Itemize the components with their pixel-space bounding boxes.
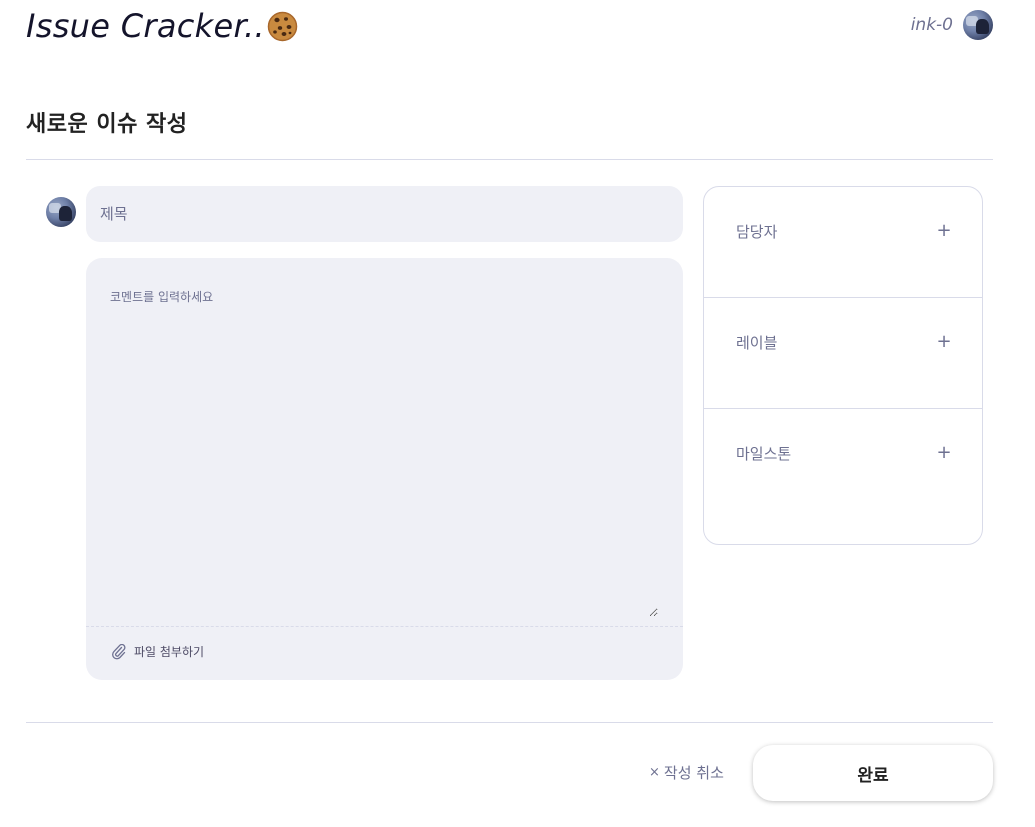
done-button[interactable]: 완료 bbox=[753, 745, 993, 801]
cancel-button[interactable]: × 작성 취소 bbox=[649, 761, 724, 783]
new-issue-page: Issue Cracker.. ink-0 새로운 이슈 작성 제목 코멘트를 … bbox=[0, 0, 1035, 827]
sidebar-label-milestone: 마일스톤 bbox=[736, 445, 792, 463]
cookie-icon bbox=[267, 11, 298, 42]
paperclip-icon bbox=[112, 643, 126, 660]
divider-top bbox=[26, 159, 993, 160]
issue-sidebar: 담당자 + 레이블 + 마일스톤 + bbox=[703, 186, 983, 545]
comment-divider bbox=[86, 626, 683, 627]
sidebar-label-assignee: 담당자 bbox=[736, 223, 778, 241]
divider-bottom bbox=[26, 722, 993, 723]
add-label-button[interactable]: + bbox=[936, 333, 952, 351]
author-avatar bbox=[46, 197, 76, 227]
user-avatar[interactable] bbox=[963, 10, 993, 40]
page-title: 새로운 이슈 작성 bbox=[26, 112, 188, 137]
add-assignee-button[interactable]: + bbox=[936, 222, 952, 240]
add-milestone-button[interactable]: + bbox=[936, 444, 952, 462]
attach-file-button[interactable]: 파일 첨부하기 bbox=[112, 643, 204, 660]
cancel-label: 작성 취소 bbox=[663, 763, 724, 782]
comment-box: 파일 첨부하기 bbox=[86, 258, 683, 680]
comment-textarea[interactable] bbox=[96, 272, 658, 617]
close-icon: × bbox=[649, 764, 660, 780]
title-input[interactable] bbox=[86, 186, 683, 242]
brand-name: Issue Cracker.. bbox=[26, 7, 265, 45]
sidebar-label[interactable]: 레이블 + bbox=[704, 298, 982, 409]
sidebar-assignee[interactable]: 담당자 + bbox=[704, 187, 982, 298]
username: ink-0 bbox=[910, 15, 953, 35]
user-menu[interactable]: ink-0 bbox=[911, 10, 993, 40]
sidebar-milestone[interactable]: 마일스톤 + bbox=[704, 409, 982, 544]
attach-file-label: 파일 첨부하기 bbox=[134, 645, 205, 659]
app-logo[interactable]: Issue Cracker.. bbox=[26, 4, 298, 48]
sidebar-label-label: 레이블 bbox=[736, 334, 778, 352]
